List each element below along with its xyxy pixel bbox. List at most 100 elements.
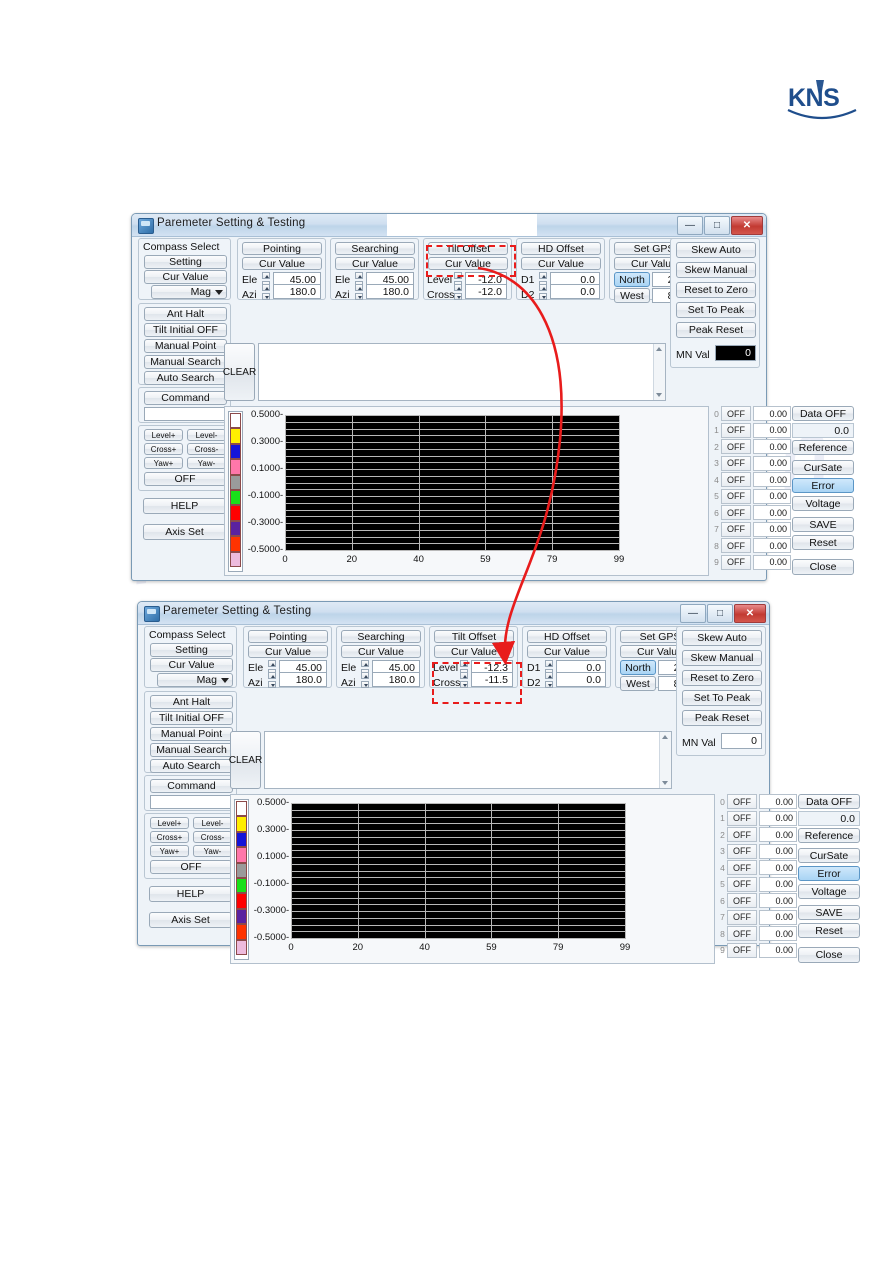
hd-offset-d2-spinner[interactable] — [539, 284, 547, 300]
table-row[interactable]: 0 OFF 0.00 — [712, 406, 791, 421]
compass-mag-dropdown[interactable]: Mag — [157, 673, 233, 687]
tilt-offset-cross-spinner[interactable] — [454, 284, 462, 300]
searching-azi-spinner[interactable] — [355, 284, 363, 300]
axis-set-button[interactable]: Axis Set — [143, 524, 226, 540]
voltage-button[interactable]: Voltage — [798, 884, 860, 899]
hd-offset-title-button[interactable]: HD Offset — [527, 630, 607, 643]
save-button[interactable]: SAVE — [798, 905, 860, 920]
table-row[interactable]: 2 OFF 0.00 — [712, 439, 791, 454]
title-bar[interactable]: Paremeter Setting & Testing — □ ✕ — [138, 602, 769, 625]
cross-plus-button[interactable]: Cross+ — [150, 831, 189, 843]
yaw-plus-button[interactable]: Yaw+ — [144, 457, 183, 469]
yaw-plus-button[interactable]: Yaw+ — [150, 845, 189, 857]
tilt-offset-cross-value[interactable]: -11.5 — [471, 672, 513, 687]
compass-mag-dropdown[interactable]: Mag — [151, 285, 227, 299]
title-bar[interactable]: Paremeter Setting & Testing — □ ✕ — [132, 214, 766, 237]
channel-state-button[interactable]: OFF — [727, 926, 757, 941]
channel-state-button[interactable]: OFF — [721, 521, 751, 537]
reference-button[interactable]: Reference — [798, 828, 860, 843]
table-row[interactable]: 8 OFF 0.00 — [718, 926, 797, 941]
tilt-offset-cross-value[interactable]: -12.0 — [465, 284, 507, 299]
peak-reset-button[interactable]: Peak Reset — [676, 322, 756, 338]
channel-state-button[interactable]: OFF — [721, 505, 751, 520]
hd-offset-d2-spinner[interactable] — [545, 672, 553, 688]
compass-cur-value-button[interactable]: Cur Value — [144, 270, 227, 284]
table-row[interactable]: 2 OFF 0.00 — [718, 827, 797, 842]
window-controls[interactable]: — □ ✕ — [677, 216, 763, 235]
command-button[interactable]: Command — [150, 779, 233, 793]
hd-offset-cur-value-button[interactable]: Cur Value — [527, 645, 607, 658]
close-icon[interactable]: ✕ — [731, 216, 763, 235]
hd-offset-d2-value[interactable]: 0.0 — [550, 284, 600, 299]
reset-button[interactable]: Reset — [792, 535, 854, 550]
error-button[interactable]: Error — [798, 866, 860, 881]
minimize-icon[interactable]: — — [680, 604, 706, 623]
tilt-initial-off-button[interactable]: Tilt Initial OFF — [144, 323, 227, 337]
maximize-icon[interactable]: □ — [704, 216, 730, 235]
pointing-title-button[interactable]: Pointing — [248, 630, 328, 643]
command-button[interactable]: Command — [144, 391, 227, 405]
channel-state-button[interactable]: OFF — [721, 554, 751, 570]
close-icon[interactable]: ✕ — [734, 604, 766, 623]
channel-state-button[interactable]: OFF — [721, 488, 751, 504]
legend-swatch[interactable] — [236, 862, 247, 878]
tilt-offset-cur-value-button[interactable]: Cur Value — [428, 257, 508, 270]
chart-plot[interactable] — [285, 415, 620, 551]
channel-state-button[interactable]: OFF — [721, 422, 751, 438]
tilt-initial-off-button[interactable]: Tilt Initial OFF — [150, 711, 233, 725]
table-row[interactable]: 1 OFF 0.00 — [712, 422, 791, 438]
command-input[interactable] — [144, 407, 227, 421]
channel-state-button[interactable]: OFF — [727, 893, 757, 908]
data-off-button[interactable]: Data OFF — [792, 406, 854, 421]
window-controls[interactable]: — □ ✕ — [680, 604, 766, 623]
channel-state-button[interactable]: OFF — [727, 794, 757, 809]
pointing-azi-value[interactable]: 180.0 — [279, 672, 327, 687]
searching-azi-value[interactable]: 180.0 — [366, 284, 414, 299]
log-scrollbar[interactable] — [653, 344, 665, 400]
log-textarea[interactable] — [258, 343, 666, 401]
table-row[interactable]: 4 OFF 0.00 — [718, 860, 797, 875]
cursate-button[interactable]: CurSate — [798, 848, 860, 863]
help-button[interactable]: HELP — [149, 886, 232, 902]
channel-state-button[interactable]: OFF — [727, 860, 757, 875]
channel-state-button[interactable]: OFF — [727, 810, 757, 826]
channel-state-button[interactable]: OFF — [721, 406, 751, 421]
table-row[interactable]: 7 OFF 0.00 — [712, 521, 791, 537]
searching-title-button[interactable]: Searching — [335, 242, 415, 255]
axis-set-button[interactable]: Axis Set — [149, 912, 232, 928]
jog-off-button[interactable]: OFF — [144, 472, 226, 486]
set-to-peak-button[interactable]: Set To Peak — [676, 302, 756, 318]
searching-azi-value[interactable]: 180.0 — [372, 672, 420, 687]
reference-button[interactable]: Reference — [792, 440, 854, 455]
channel-state-button[interactable]: OFF — [721, 472, 751, 487]
pointing-azi-spinner[interactable] — [268, 672, 276, 688]
cross-minus-button[interactable]: Cross- — [187, 443, 226, 455]
command-input[interactable] — [150, 795, 233, 809]
table-row[interactable]: 6 OFF 0.00 — [718, 893, 797, 908]
pointing-azi-value[interactable]: 180.0 — [273, 284, 321, 299]
searching-title-button[interactable]: Searching — [341, 630, 421, 643]
save-button[interactable]: SAVE — [792, 517, 854, 532]
log-scrollbar[interactable] — [659, 732, 671, 788]
table-row[interactable]: 0 OFF 0.00 — [718, 794, 797, 809]
channel-state-button[interactable]: OFF — [721, 455, 751, 471]
scroll-down-icon[interactable] — [662, 781, 668, 785]
table-row[interactable]: 1 OFF 0.00 — [718, 810, 797, 826]
ant-halt-button[interactable]: Ant Halt — [150, 695, 233, 709]
chart-plot[interactable] — [291, 803, 626, 939]
level-plus-button[interactable]: Level+ — [150, 817, 189, 829]
minimize-icon[interactable]: — — [677, 216, 703, 235]
close-button[interactable]: Close — [798, 947, 860, 963]
scroll-up-icon[interactable] — [656, 347, 662, 351]
searching-cur-value-button[interactable]: Cur Value — [335, 257, 415, 270]
gps-north-button[interactable]: North — [614, 272, 650, 287]
hd-offset-d2-value[interactable]: 0.0 — [556, 672, 606, 687]
scroll-down-icon[interactable] — [656, 393, 662, 397]
set-to-peak-button[interactable]: Set To Peak — [682, 690, 762, 706]
peak-reset-button[interactable]: Peak Reset — [682, 710, 762, 726]
mn-val-field[interactable]: 0 — [721, 733, 762, 749]
tilt-offset-title-button[interactable]: Tilt Offset — [428, 242, 508, 255]
table-row[interactable]: 7 OFF 0.00 — [718, 909, 797, 925]
skew-auto-button[interactable]: Skew Auto — [676, 242, 756, 258]
manual-point-button[interactable]: Manual Point — [144, 339, 227, 353]
